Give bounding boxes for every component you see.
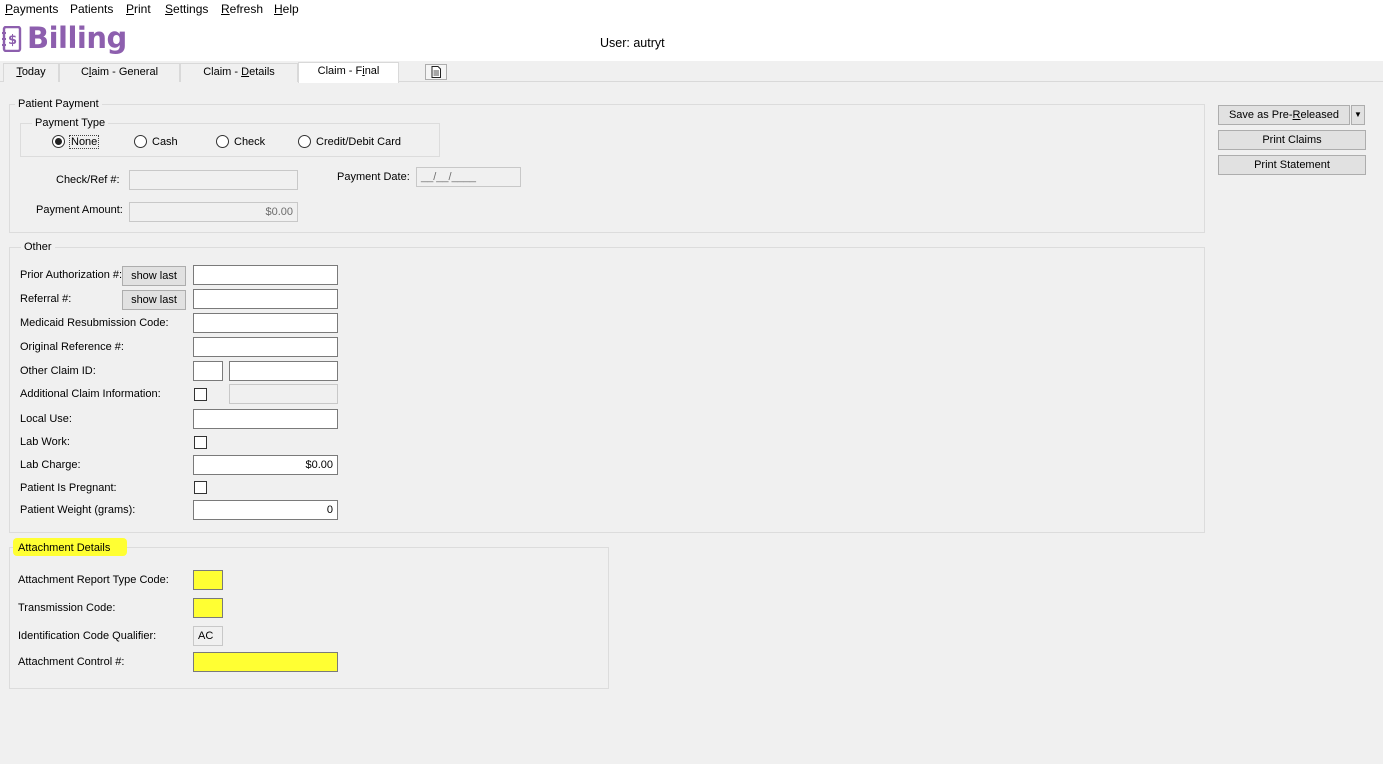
patient-pregnant-label: Patient Is Pregnant: [20, 482, 117, 494]
medicaid-resubmission-label: Medicaid Resubmission Code: [20, 317, 169, 329]
attachment-details-title: Attachment Details [18, 542, 111, 554]
radio-check-label: Check [234, 136, 266, 148]
payment-date-input[interactable]: __/__/____ [416, 167, 521, 187]
radio-credit-debit[interactable] [298, 135, 311, 148]
patient-weight-label: Patient Weight (grams): [20, 504, 136, 516]
additional-claim-info-input[interactable] [229, 384, 338, 404]
referral-input[interactable] [193, 289, 338, 309]
menu-help[interactable]: Help [274, 2, 299, 16]
app-header [0, 20, 1383, 61]
identification-code-qualifier-input[interactable]: AC [193, 626, 223, 646]
payment-amount-input[interactable]: $0.00 [129, 202, 298, 222]
original-reference-input[interactable] [193, 337, 338, 357]
medicaid-resubmission-input[interactable] [193, 313, 338, 333]
additional-claim-info-checkbox[interactable] [194, 388, 207, 401]
transmission-code-label: Transmission Code: [18, 602, 116, 614]
identification-code-qualifier-label: Identification Code Qualifier: [18, 630, 157, 642]
menu-refresh[interactable]: Refresh [221, 2, 263, 16]
billing-logo-icon: $ [2, 25, 22, 53]
dropdown-arrow-icon: ▼ [1354, 110, 1362, 119]
radio-cash-label: Cash [152, 136, 178, 148]
tab-claim-details[interactable]: Claim - Details [180, 63, 298, 82]
save-options-dropdown-button[interactable]: ▼ [1351, 105, 1365, 125]
transmission-code-input[interactable] [193, 598, 223, 618]
save-as-prereleased-button[interactable]: Save as Pre-Released [1218, 105, 1350, 125]
user-label: User: autryt [600, 36, 665, 50]
referral-show-last-button[interactable]: show last [122, 290, 186, 310]
prior-auth-input[interactable] [193, 265, 338, 285]
attachment-report-type-input[interactable] [193, 570, 223, 590]
local-use-input[interactable] [193, 409, 338, 429]
prior-auth-label: Prior Authorization #: [20, 269, 123, 281]
payment-type-title: Payment Type [32, 117, 109, 129]
svg-text:$: $ [8, 33, 17, 48]
radio-none-label: None [68, 135, 100, 149]
tab-claim-general[interactable]: Claim - General [59, 63, 180, 82]
payment-amount-label: Payment Amount: [36, 204, 123, 216]
lab-charge-input[interactable]: $0.00 [193, 455, 338, 475]
radio-check[interactable] [216, 135, 229, 148]
payment-date-label: Payment Date: [337, 171, 410, 183]
referral-label: Referral #: [20, 293, 72, 305]
menu-patients[interactable]: Patients [70, 2, 113, 16]
menu-bar: Payments Patients Print Settings Refresh… [0, 0, 1383, 20]
radio-cash[interactable] [134, 135, 147, 148]
app-logo-text: Billing [27, 21, 127, 55]
menu-payments[interactable]: Payments [5, 2, 58, 16]
additional-claim-info-label: Additional Claim Information: [20, 388, 161, 400]
tab-claim-final[interactable]: Claim - Final [298, 62, 399, 83]
attachment-report-type-label: Attachment Report Type Code: [18, 574, 169, 586]
attachment-control-input[interactable] [193, 652, 338, 672]
check-ref-input[interactable] [129, 170, 298, 190]
print-claims-button[interactable]: Print Claims [1218, 130, 1366, 150]
menu-print[interactable]: Print [126, 2, 151, 16]
lab-work-checkbox[interactable] [194, 436, 207, 449]
lab-charge-label: Lab Charge: [20, 459, 81, 471]
other-title: Other [21, 241, 55, 253]
radio-none[interactable] [52, 135, 65, 148]
document-icon[interactable] [425, 64, 447, 80]
prior-auth-show-last-button[interactable]: show last [122, 266, 186, 286]
check-ref-label: Check/Ref #: [56, 174, 120, 186]
other-claim-id-qualifier-input[interactable] [193, 361, 223, 381]
print-statement-button[interactable]: Print Statement [1218, 155, 1366, 175]
other-claim-id-label: Other Claim ID: [20, 365, 96, 377]
other-claim-id-input[interactable] [229, 361, 338, 381]
local-use-label: Local Use: [20, 413, 72, 425]
radio-credit-debit-label: Credit/Debit Card [316, 136, 401, 148]
menu-settings[interactable]: Settings [165, 2, 208, 16]
other-group [9, 247, 1205, 533]
lab-work-label: Lab Work: [20, 436, 70, 448]
patient-weight-input[interactable]: 0 [193, 500, 338, 520]
patient-payment-title: Patient Payment [15, 98, 102, 110]
original-reference-label: Original Reference #: [20, 341, 124, 353]
patient-pregnant-checkbox[interactable] [194, 481, 207, 494]
tab-today[interactable]: Today [3, 63, 59, 82]
attachment-control-label: Attachment Control #: [18, 656, 125, 668]
